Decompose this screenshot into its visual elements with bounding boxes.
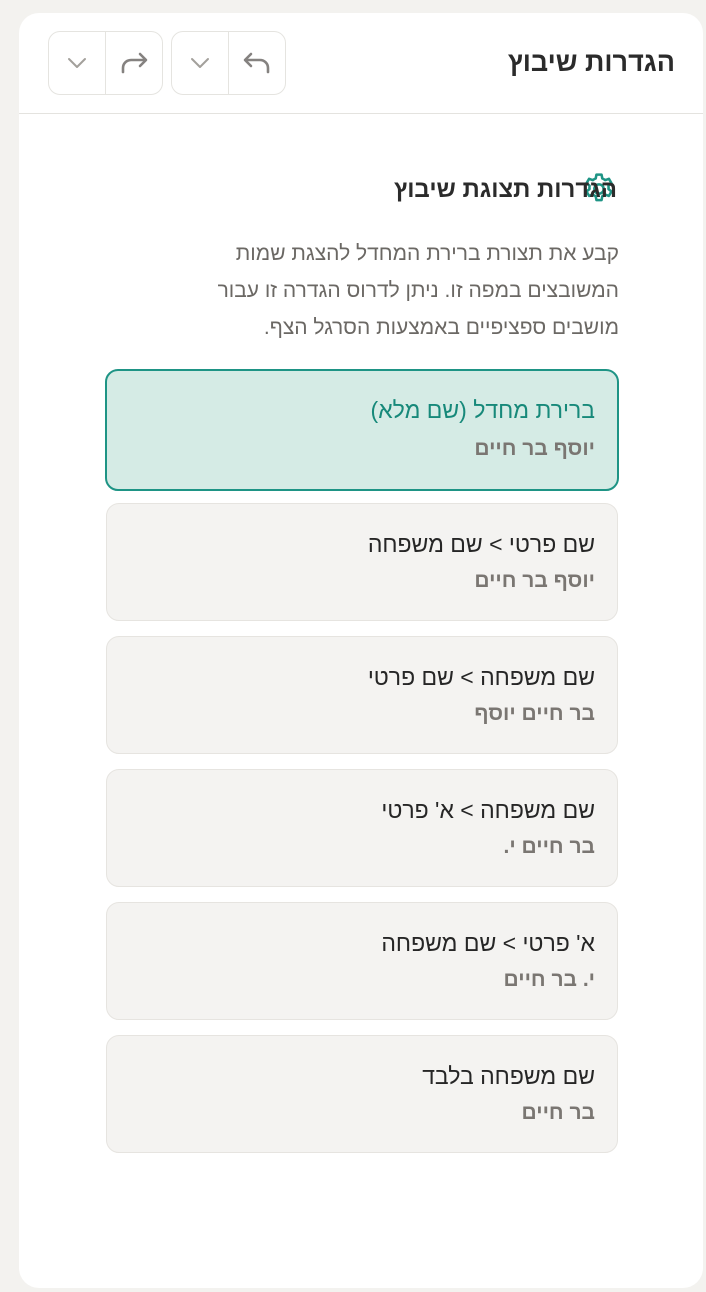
option-label: ברירת מחדל (שם מלא) xyxy=(370,397,595,423)
display-options-list: ברירת מחדל (שם מלא) יוסף בר חיים שם פרטי… xyxy=(105,369,619,1168)
option-label: שם משפחה > א' פרטי xyxy=(381,797,595,823)
redo-arrow-icon xyxy=(121,52,148,74)
panel-title: הגדרות שיבוץ xyxy=(507,47,675,77)
section-title: הגדרות תצוגת שיבוץ xyxy=(393,176,617,203)
option-example: יוסף בר חיים xyxy=(474,569,595,592)
option-example: בר חיים xyxy=(521,1101,595,1124)
option-default-full-name[interactable]: ברירת מחדל (שם מלא) יוסף בר חיים xyxy=(105,369,619,491)
undo-button-group xyxy=(171,31,286,95)
redo-button[interactable] xyxy=(105,32,162,94)
option-last-first[interactable]: שם משפחה > שם פרטי בר חיים יוסף xyxy=(106,636,618,754)
undo-arrow-icon xyxy=(243,52,270,74)
option-example: י. בר חיים xyxy=(503,968,595,991)
option-example: בר חיים יוסף xyxy=(474,702,595,725)
option-example: יוסף בר חיים xyxy=(474,437,595,460)
option-label: שם משפחה בלבד xyxy=(422,1063,595,1089)
redo-button-group xyxy=(48,31,163,95)
option-last-initial[interactable]: שם משפחה > א' פרטי בר חיים י. xyxy=(106,769,618,887)
option-initial-last[interactable]: א' פרטי > שם משפחה י. בר חיים xyxy=(106,902,618,1020)
option-example: בר חיים י. xyxy=(503,835,595,858)
option-first-last[interactable]: שם פרטי > שם משפחה יוסף בר חיים xyxy=(106,503,618,621)
option-label: שם פרטי > שם משפחה xyxy=(367,531,595,557)
option-label: שם משפחה > שם פרטי xyxy=(367,664,595,690)
section-description: קבע את תצורת ברירת המחדל להצגת שמות המשו… xyxy=(217,242,619,339)
redo-history-dropdown[interactable] xyxy=(49,32,105,94)
option-last-only[interactable]: שם משפחה בלבד בר חיים xyxy=(106,1035,618,1153)
undo-history-dropdown[interactable] xyxy=(172,32,228,94)
undo-button[interactable] xyxy=(228,32,285,94)
panel-header: הגדרות שיבוץ xyxy=(19,13,703,114)
settings-panel: הגדרות שיבוץ הגדרות תצוגת שיבוץ קבע את ת… xyxy=(19,13,703,1288)
chevron-down-icon xyxy=(68,58,86,68)
option-label: א' פרטי > שם משפחה xyxy=(381,930,595,956)
chevron-down-icon xyxy=(191,58,209,68)
